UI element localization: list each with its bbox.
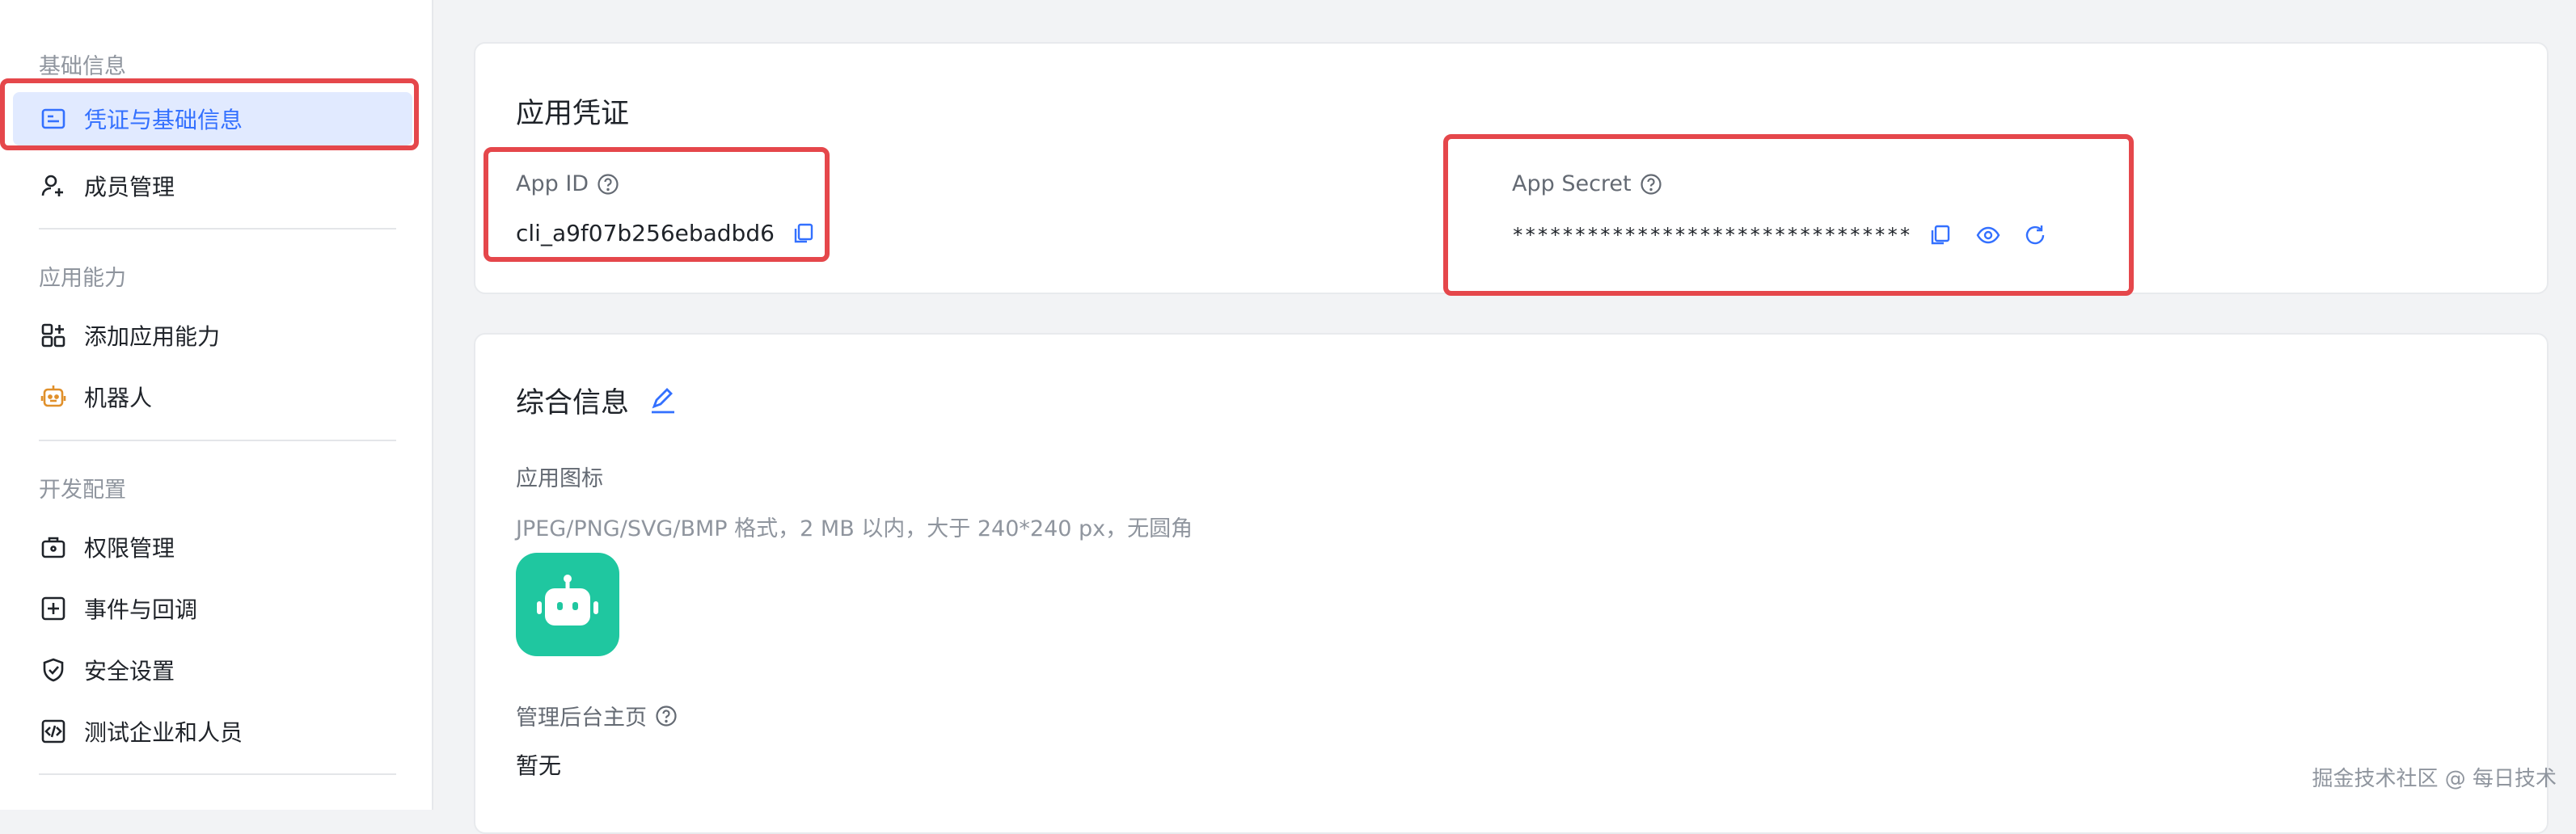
section-title-basic: 基础信息 bbox=[39, 54, 126, 79]
apps-add-icon bbox=[39, 321, 68, 350]
general-info-header: 综合信息 bbox=[516, 380, 678, 421]
sidebar-item-credentials[interactable]: 凭证与基础信息 bbox=[13, 92, 412, 145]
robot-icon bbox=[537, 575, 598, 626]
sidebar-item-security[interactable]: 安全设置 bbox=[13, 643, 412, 697]
sidebar: 基础信息 凭证与基础信息 成员管理 应用能力 添加应用能力 机器人 开发配置 权… bbox=[0, 0, 433, 810]
app-secret-value: ******************************** bbox=[1512, 224, 1912, 246]
help-icon[interactable] bbox=[597, 173, 619, 196]
sidebar-item-label: 添加应用能力 bbox=[84, 323, 221, 350]
edit-icon[interactable] bbox=[648, 386, 678, 415]
app-secret-label-text: App Secret bbox=[1512, 171, 1632, 196]
admin-home-label-text: 管理后台主页 bbox=[516, 706, 647, 731]
app-icon-hint: JPEG/PNG/SVG/BMP 格式，2 MB 以内，大于 240*240 p… bbox=[516, 516, 1193, 541]
credentials-title: 应用凭证 bbox=[516, 98, 630, 130]
eye-icon[interactable] bbox=[1976, 223, 2000, 247]
sidebar-item-label: 权限管理 bbox=[84, 535, 175, 562]
shield-icon bbox=[39, 655, 68, 684]
sidebar-item-add-capability[interactable]: 添加应用能力 bbox=[13, 309, 412, 362]
sidebar-divider bbox=[39, 228, 396, 230]
section-title-dev-config: 开发配置 bbox=[39, 478, 126, 503]
sidebar-item-test-tenant[interactable]: 测试企业和人员 bbox=[13, 705, 412, 758]
app-secret-row: ******************************** bbox=[1512, 223, 2047, 247]
sidebar-item-label: 机器人 bbox=[84, 385, 153, 411]
help-icon[interactable] bbox=[1640, 173, 1662, 196]
briefcase-lock-icon bbox=[39, 533, 68, 562]
app-icon[interactable] bbox=[516, 553, 619, 656]
sidebar-divider bbox=[39, 773, 396, 775]
app-secret-label: App Secret bbox=[1512, 171, 1662, 196]
section-title-capabilities: 应用能力 bbox=[39, 266, 126, 291]
sidebar-item-members[interactable]: 成员管理 bbox=[13, 159, 412, 213]
admin-home-label: 管理后台主页 bbox=[516, 700, 678, 731]
copy-icon[interactable] bbox=[1929, 224, 1952, 246]
sidebar-item-label: 凭证与基础信息 bbox=[84, 107, 243, 133]
admin-home-value: 暂无 bbox=[516, 752, 562, 779]
general-info-card: 综合信息 应用图标 JPEG/PNG/SVG/BMP 格式，2 MB 以内，大于… bbox=[474, 333, 2549, 834]
event-icon bbox=[39, 594, 68, 623]
general-info-title: 综合信息 bbox=[516, 387, 630, 419]
id-card-icon bbox=[39, 104, 68, 133]
credentials-card: 应用凭证 App ID cli_a9f07b256ebadbd6 App Sec… bbox=[474, 42, 2549, 294]
sidebar-item-label: 安全设置 bbox=[84, 658, 175, 684]
sidebar-item-events[interactable]: 事件与回调 bbox=[13, 582, 412, 635]
app-id-label-text: App ID bbox=[516, 171, 589, 196]
app-id-row: cli_a9f07b256ebadbd6 bbox=[516, 220, 815, 246]
robot-icon bbox=[39, 382, 68, 411]
sidebar-item-robot[interactable]: 机器人 bbox=[13, 370, 412, 423]
watermark: 掘金技术社区 @ 每日技术 bbox=[2312, 767, 2557, 791]
sidebar-item-label: 事件与回调 bbox=[84, 596, 198, 623]
copy-icon[interactable] bbox=[792, 222, 815, 245]
sidebar-item-permissions[interactable]: 权限管理 bbox=[13, 520, 412, 574]
sidebar-item-label: 测试企业和人员 bbox=[84, 719, 243, 746]
app-id-value: cli_a9f07b256ebadbd6 bbox=[516, 220, 775, 246]
refresh-icon[interactable] bbox=[2023, 223, 2047, 247]
app-icon-label: 应用图标 bbox=[516, 466, 603, 491]
code-icon bbox=[39, 717, 68, 746]
help-icon[interactable] bbox=[655, 705, 678, 727]
sidebar-divider bbox=[39, 440, 396, 441]
app-id-label: App ID bbox=[516, 171, 619, 196]
user-add-icon bbox=[39, 171, 68, 200]
sidebar-item-label: 成员管理 bbox=[84, 174, 175, 200]
